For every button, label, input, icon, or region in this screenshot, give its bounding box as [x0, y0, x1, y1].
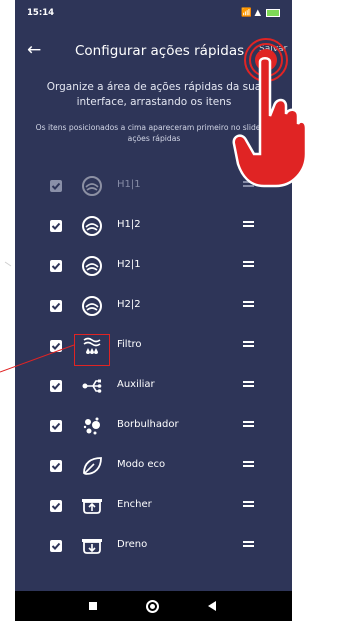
annotation-tick	[4, 261, 12, 267]
home-button[interactable]	[146, 600, 159, 613]
android-nav-bar	[15, 591, 292, 621]
recent-apps-button[interactable]	[89, 602, 97, 610]
pointing-hand-icon	[232, 38, 307, 188]
back-button[interactable]	[208, 601, 216, 611]
annotation-line-filter	[0, 344, 75, 373]
